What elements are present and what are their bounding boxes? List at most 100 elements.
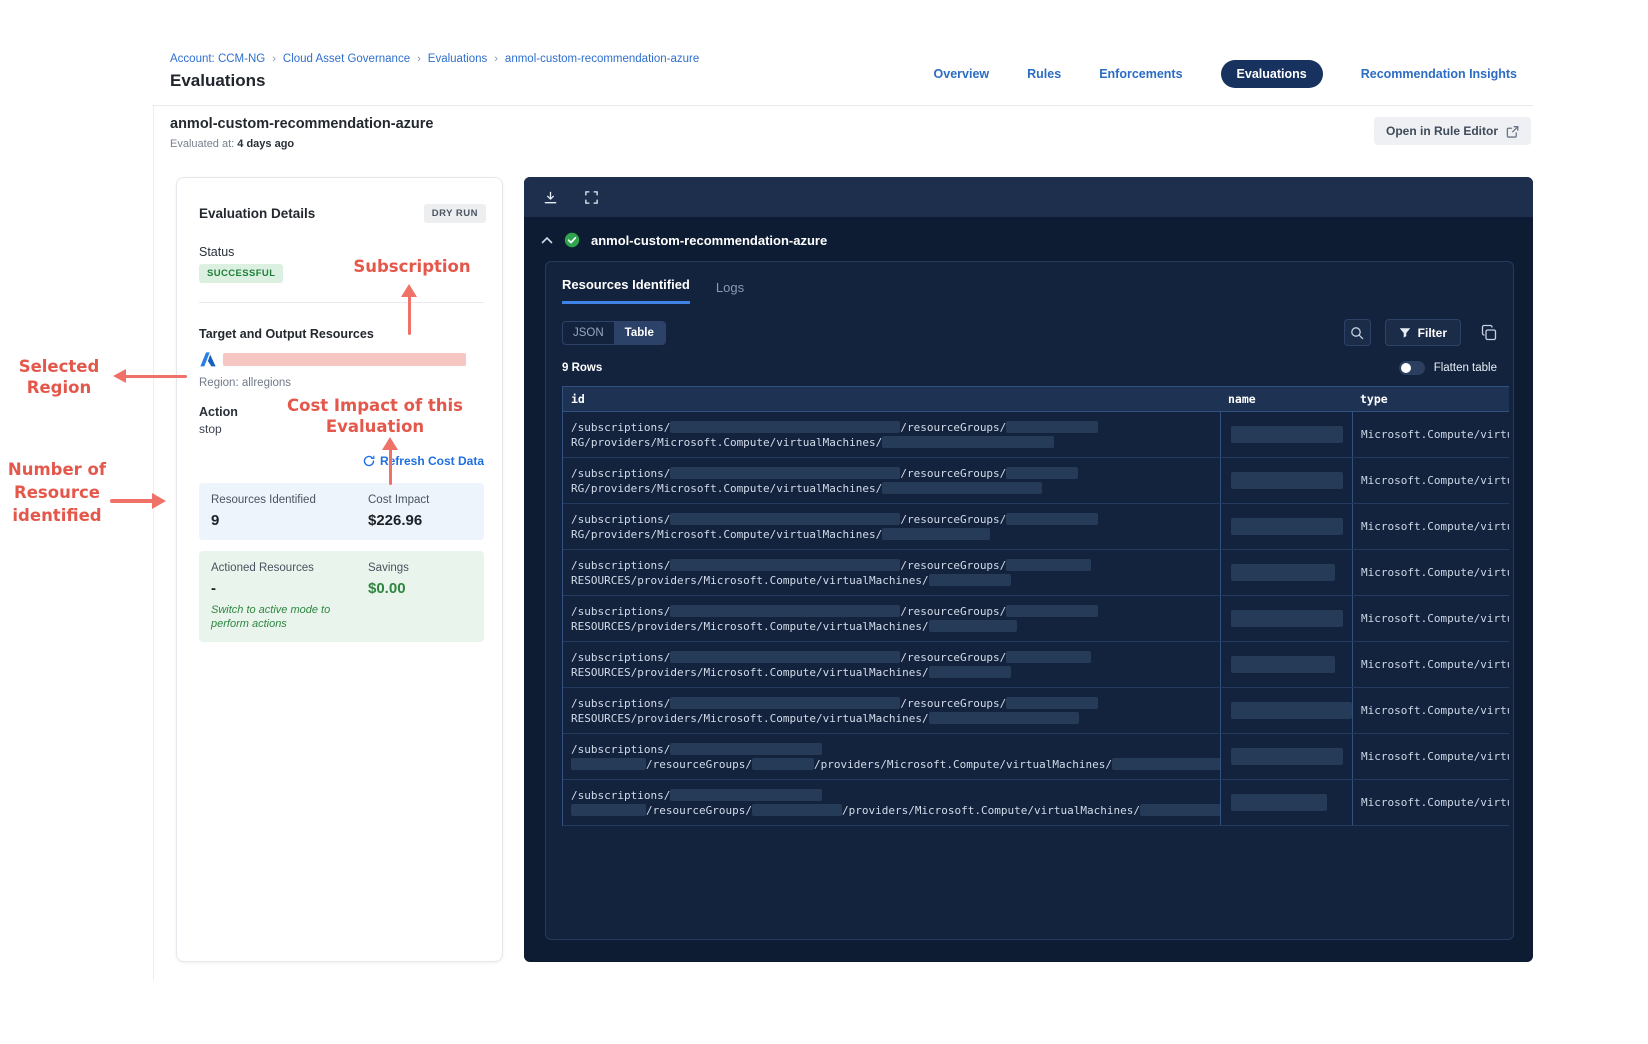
table-row[interactable]: /subscriptions/ /resourceGroups/RG/provid…: [563, 412, 1509, 458]
resource-path-text: /subscriptions/: [571, 743, 671, 756]
nav-tab-enforcements[interactable]: Enforcements: [1099, 67, 1182, 81]
resource-path-text: RG/providers/Microsoft.Compute/virtualMa…: [571, 482, 883, 495]
id-line-2: RG/providers/Microsoft.Compute/virtualMa…: [571, 435, 1212, 450]
table-row[interactable]: /subscriptions/ /resourceGroups/RG/provid…: [563, 504, 1509, 550]
id-line-1: /subscriptions/ /resourceGroups/: [571, 696, 1212, 711]
collapse-chevron-icon[interactable]: [541, 236, 553, 245]
annotation-selected-region-arrowline: [125, 375, 187, 378]
nav-tab-overview[interactable]: Overview: [934, 67, 990, 81]
redacted-value: [1006, 513, 1099, 525]
annotation-subscription: Subscription: [353, 257, 471, 276]
id-line-1: /subscriptions/ /resourceGroups/: [571, 512, 1212, 527]
breadcrumb-item[interactable]: Evaluations: [428, 53, 487, 65]
filter-button[interactable]: Filter: [1384, 319, 1461, 346]
annotation-selected-region: Selected Region: [18, 357, 100, 397]
redacted-value: [882, 482, 1043, 494]
resource-path-text: /subscriptions/: [571, 651, 671, 664]
download-icon[interactable]: [543, 190, 558, 205]
redacted-value: [670, 559, 901, 571]
evaluated-at-value: 4 days ago: [237, 138, 295, 150]
id-line-2: RESOURCES/providers/Microsoft.Compute/vi…: [571, 711, 1212, 726]
id-line-1: /subscriptions/ /resourceGroups/: [571, 466, 1212, 481]
resource-path-text: RG/providers/Microsoft.Compute/virtualMa…: [571, 436, 883, 449]
breadcrumb-item[interactable]: anmol-custom-recommendation-azure: [505, 53, 699, 65]
breadcrumb-item[interactable]: Cloud Asset Governance: [283, 53, 410, 65]
cell-name: [1220, 780, 1352, 825]
column-header-type[interactable]: type: [1352, 387, 1509, 411]
cost-impact-value: $226.96: [368, 512, 423, 529]
copy-icon[interactable]: [1480, 324, 1498, 342]
resource-path-text: /resourceGroups/: [646, 758, 752, 771]
cell-name: [1220, 458, 1352, 503]
cell-name: [1220, 688, 1352, 733]
resource-path-text: RESOURCES/providers/Microsoft.Compute/vi…: [571, 712, 929, 725]
breadcrumb-item[interactable]: Account: CCM-NG: [170, 53, 265, 65]
redacted-value: [1006, 421, 1099, 433]
nav-tab-rules[interactable]: Rules: [1027, 67, 1061, 81]
cell-type: Microsoft.Compute/virtu: [1352, 688, 1509, 733]
id-line-1: /subscriptions/: [571, 788, 1212, 803]
resource-path-text: RESOURCES/providers/Microsoft.Compute/vi…: [571, 666, 929, 679]
tab-resources-identified[interactable]: Resources Identified: [562, 277, 690, 304]
cell-id: /subscriptions/ /resourceGroups/ /provider…: [563, 780, 1220, 825]
fullscreen-icon[interactable]: [584, 190, 599, 205]
cell-type: Microsoft.Compute/virtu: [1352, 458, 1509, 503]
open-in-rule-editor-button[interactable]: Open in Rule Editor: [1373, 117, 1531, 145]
tab-logs[interactable]: Logs: [716, 280, 744, 304]
flatten-table-toggle[interactable]: [1398, 361, 1425, 375]
cell-id: /subscriptions/ /resourceGroups/RESOURCES…: [563, 550, 1220, 595]
column-header-name[interactable]: name: [1220, 387, 1352, 411]
resource-path-text: /subscriptions/: [571, 697, 671, 710]
id-line-2: /resourceGroups/ /providers/Microsoft.Com…: [571, 757, 1220, 772]
redacted-name: [1231, 426, 1343, 443]
redacted-value: [571, 804, 646, 816]
table-row[interactable]: /subscriptions/ /resourceGroups/RESOURCES…: [563, 642, 1509, 688]
redacted-name: [1231, 518, 1343, 535]
table-row[interactable]: /subscriptions/ /resourceGroups/ /provider…: [563, 780, 1509, 826]
breadcrumb-separator: ›: [272, 53, 276, 65]
evaluated-at-label: Evaluated at:: [170, 138, 235, 150]
actioned-resources-label: Actioned Resources: [211, 562, 314, 574]
nav-tab-recommendation-insights[interactable]: Recommendation Insights: [1361, 67, 1517, 81]
table-row[interactable]: /subscriptions/ /resourceGroups/ /provider…: [563, 734, 1509, 780]
table-row[interactable]: /subscriptions/ /resourceGroups/RESOURCES…: [563, 550, 1509, 596]
resource-path-text: RESOURCES/providers/Microsoft.Compute/vi…: [571, 574, 929, 587]
table-row[interactable]: /subscriptions/ /resourceGroups/RESOURCES…: [563, 688, 1509, 734]
annotation-resources-identified: Number of Resource identified: [7, 460, 107, 525]
breadcrumb-separator: ›: [417, 53, 421, 65]
resource-path-text: /subscriptions/: [571, 513, 671, 526]
redacted-value: [751, 758, 814, 770]
resource-path-text: /subscriptions/: [571, 421, 671, 434]
cell-name: [1220, 504, 1352, 549]
redacted-value: [751, 804, 842, 816]
results-card: Resources Identified Logs JSON Table Fil…: [545, 261, 1514, 940]
cell-type: Microsoft.Compute/virtu: [1352, 734, 1509, 779]
id-line-2: /resourceGroups/ /providers/Microsoft.Com…: [571, 803, 1220, 818]
cell-type: Microsoft.Compute/virtu: [1352, 504, 1509, 549]
target-resources-label: Target and Output Resources: [199, 327, 374, 341]
column-header-id[interactable]: id: [563, 387, 1220, 411]
breadcrumb-separator: ›: [494, 53, 498, 65]
nav-tab-evaluations[interactable]: Evaluations: [1220, 60, 1323, 88]
filter-label: Filter: [1417, 325, 1447, 340]
refresh-cost-data-label: Refresh Cost Data: [379, 454, 484, 468]
resources-cost-box: Resources Identified 9 Cost Impact $226.…: [199, 483, 484, 540]
refresh-cost-data-link[interactable]: Refresh Cost Data: [363, 454, 484, 468]
table-header: id name type: [563, 386, 1509, 412]
savings-label: Savings: [368, 562, 409, 574]
id-line-2: RESOURCES/providers/Microsoft.Compute/vi…: [571, 619, 1212, 634]
redacted-value: [928, 574, 1011, 586]
view-table-option[interactable]: Table: [613, 321, 665, 344]
view-json-option[interactable]: JSON: [563, 322, 614, 344]
resource-path-text: /resourceGroups/: [900, 651, 1007, 664]
search-button[interactable]: [1343, 319, 1371, 346]
resource-path-text: RG/providers/Microsoft.Compute/virtualMa…: [571, 528, 883, 541]
table-row[interactable]: /subscriptions/ /resourceGroups/RG/provid…: [563, 458, 1509, 504]
annotation-resources-identified-arrowline: [110, 499, 154, 503]
table-row[interactable]: /subscriptions/ /resourceGroups/RESOURCES…: [563, 596, 1509, 642]
resource-path-text: /providers/Microsoft.Compute/virtualMach…: [813, 758, 1112, 771]
resource-path-text: /subscriptions/: [571, 789, 671, 802]
cell-id: /subscriptions/ /resourceGroups/RESOURCES…: [563, 688, 1220, 733]
id-line-2: RESOURCES/providers/Microsoft.Compute/vi…: [571, 573, 1212, 588]
actioned-resources-value: -: [211, 580, 216, 597]
